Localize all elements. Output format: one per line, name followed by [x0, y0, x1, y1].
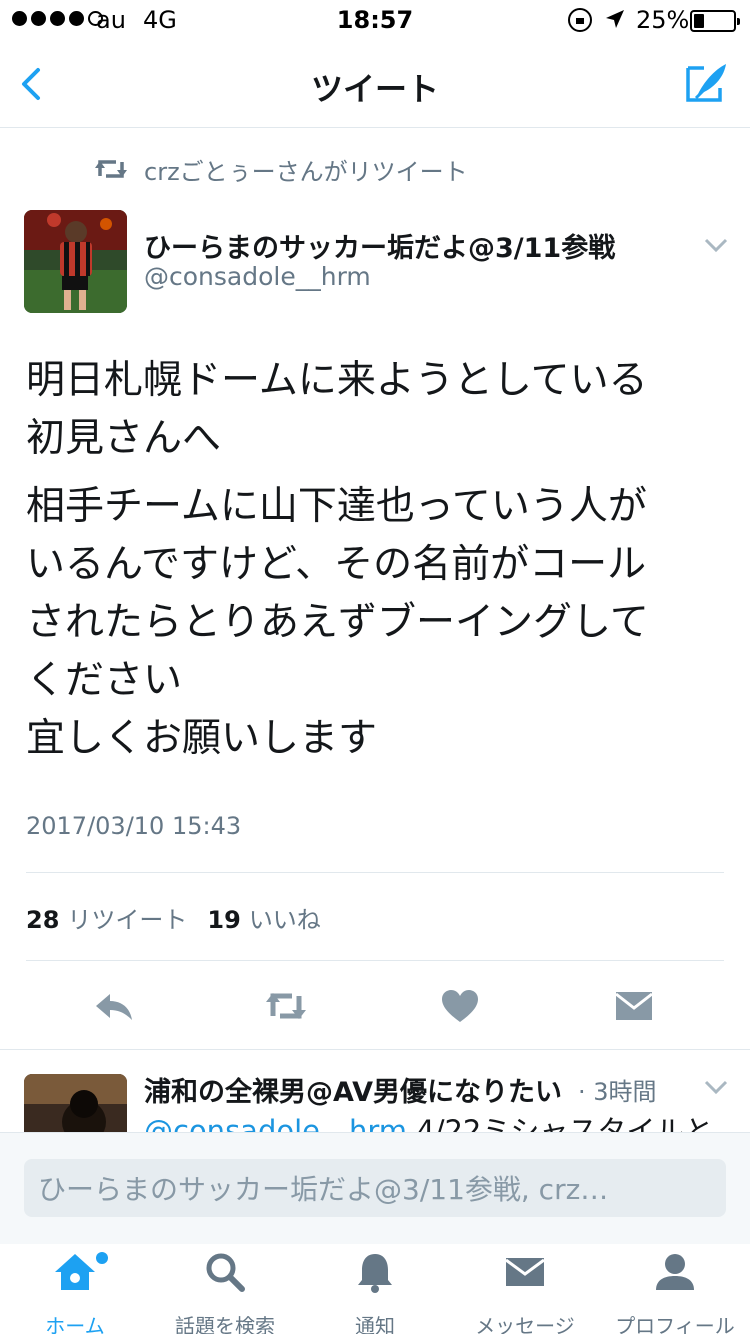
reply-time: · 3時間 — [578, 1078, 657, 1106]
tweet-paragraph: 明日札幌ドームに来ようとしている 初見さんへ — [26, 358, 648, 461]
rotation-lock-icon — [568, 8, 592, 32]
tab-label: 通知 — [355, 1314, 395, 1334]
retweet-icon[interactable] — [264, 986, 308, 1026]
status-bar: au 4G 18:57 25% — [0, 0, 750, 40]
reply-author-avatar[interactable] — [24, 1074, 127, 1132]
like-icon[interactable] — [438, 986, 482, 1026]
author-handle[interactable]: @consadole__hrm — [144, 262, 371, 291]
like-count-label[interactable]: いいね — [249, 900, 321, 935]
divider — [26, 872, 724, 873]
retweet-context-label: crzごとぅーさんがリツイート — [144, 157, 468, 186]
tweet-timestamp: 2017/03/10 15:43 — [26, 812, 242, 840]
tab-messages[interactable]: メッセージ — [450, 1250, 600, 1334]
reply-compose-bar: ひーらまのサッカー垢だよ@3/11参戦, crz… — [0, 1132, 750, 1244]
retweet-count-label[interactable]: リツイート — [67, 900, 187, 935]
reply-input[interactable]: ひーらまのサッカー垢だよ@3/11参戦, crz… — [24, 1159, 726, 1217]
reply-mention[interactable]: @consadole__hrm — [144, 1114, 407, 1132]
compose-tweet-icon[interactable] — [684, 60, 730, 108]
chevron-down-icon[interactable] — [704, 1078, 728, 1096]
retweet-icon — [95, 160, 127, 178]
location-arrow-icon — [606, 10, 624, 28]
reply-text: @consadole__hrm 4/22ミシャスタイルと — [144, 1108, 713, 1132]
page-title: ツイート — [310, 70, 439, 108]
battery-percent: 25% — [636, 6, 690, 34]
divider — [26, 960, 724, 961]
tweet-stats: 28 リツイート 19 いいね — [26, 900, 321, 935]
message-icon[interactable] — [612, 986, 656, 1026]
reply-body: 4/22ミシャスタイルと — [407, 1114, 714, 1132]
author-avatar[interactable] — [24, 210, 127, 313]
retweet-count[interactable]: 28 — [26, 906, 59, 934]
chevron-down-icon[interactable] — [704, 236, 728, 254]
like-count[interactable]: 19 — [207, 906, 240, 934]
battery-icon — [690, 10, 740, 32]
author-name[interactable]: ひーらまのサッカー垢だよ@3/11参戦 — [144, 226, 615, 265]
tweet-actions — [0, 974, 750, 1036]
person-icon — [656, 1254, 694, 1290]
tab-label: 話題を検索 — [175, 1314, 275, 1334]
notification-dot — [96, 1252, 108, 1264]
tab-label: ホーム — [45, 1314, 105, 1334]
envelope-icon — [505, 1258, 545, 1286]
tab-label: メッセージ — [475, 1314, 575, 1334]
bell-icon — [358, 1254, 392, 1293]
tab-home[interactable]: ホーム — [0, 1250, 150, 1334]
tab-bar: ホーム 話題を検索 通知 メッセージ プロフィール — [0, 1244, 750, 1334]
retweet-context[interactable]: crzごとぅーさんがリツイート — [94, 152, 468, 186]
search-icon — [206, 1253, 245, 1292]
tweet-paragraph: 相手チームに山下達也っていう人が いるんですけど、その名前がコール されたらとり… — [26, 484, 649, 761]
tab-search[interactable]: 話題を検索 — [150, 1250, 300, 1334]
tab-label: プロフィール — [615, 1314, 735, 1334]
home-icon — [55, 1254, 95, 1290]
reply-author-name[interactable]: 浦和の全裸男@AV男優になりたい — [144, 1070, 562, 1109]
reply-tweet[interactable]: 浦和の全裸男@AV男優になりたい · 3時間 @consadole__hrm 4… — [0, 1050, 750, 1132]
tweet-text: 明日札幌ドームに来ようとしている 初見さんへ 相手チームに山下達也っていう人が … — [26, 352, 726, 768]
tab-profile[interactable]: プロフィール — [600, 1250, 750, 1334]
navigation-bar: ツイート — [0, 40, 750, 128]
tab-notifications[interactable]: 通知 — [300, 1250, 450, 1334]
reply-icon[interactable] — [92, 986, 136, 1026]
